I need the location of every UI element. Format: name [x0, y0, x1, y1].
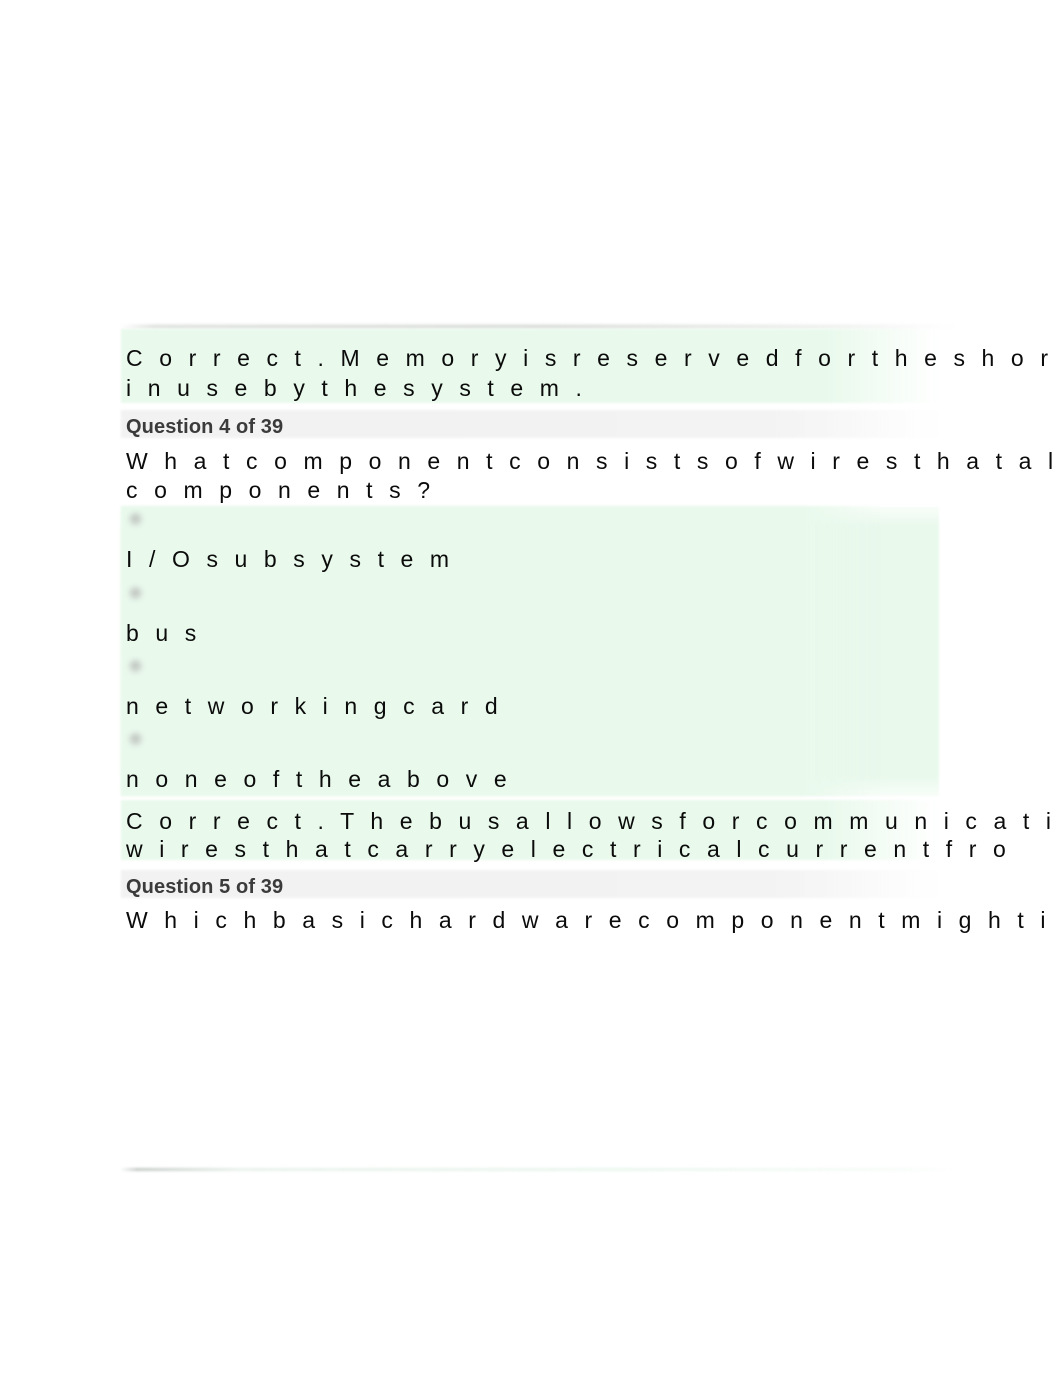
feedback-text-q3-line2: i n u s e b y t h e s y s t e m . — [126, 375, 588, 401]
radio-option-c[interactable] — [128, 659, 143, 674]
question-4-header: Question 4 of 39 — [126, 416, 284, 438]
top-divider — [120, 325, 958, 328]
radio-option-d[interactable] — [128, 732, 143, 747]
question-5-header: Question 5 of 39 — [126, 876, 284, 898]
option-label-d[interactable]: n o n e o f t h e a b o v e — [126, 764, 512, 794]
question-5-prompt-line1: W h i c h b a s i c h a r d w a r e c o … — [126, 907, 1062, 933]
option-label-c[interactable]: n e t w o r k i n g c a r d — [126, 691, 503, 721]
option-label-a[interactable]: I / O s u b s y s t e m — [126, 544, 454, 574]
radio-option-a[interactable] — [128, 512, 143, 527]
feedback-text-q4-line1: C o r r e c t . T h e b u s a l l o w s … — [126, 808, 1062, 834]
bottom-divider — [120, 1168, 958, 1171]
question-4-prompt-line1: W h a t c o m p o n e n t c o n s i s t … — [126, 448, 1059, 474]
feedback-text-q3-line1: C o r r e c t . M e m o r y i s r e s e … — [126, 345, 1054, 371]
option-label-b[interactable]: b u s — [126, 618, 201, 648]
feedback-text-q4-line2: w i r e s t h a t c a r r y e l e c t r … — [126, 836, 1011, 862]
question-4-prompt-line2: c o m p o n e n t s ? — [126, 477, 436, 503]
document-page: C o r r e c t . M e m o r y i s r e s e … — [0, 0, 1062, 1376]
radio-option-b[interactable] — [128, 586, 143, 601]
